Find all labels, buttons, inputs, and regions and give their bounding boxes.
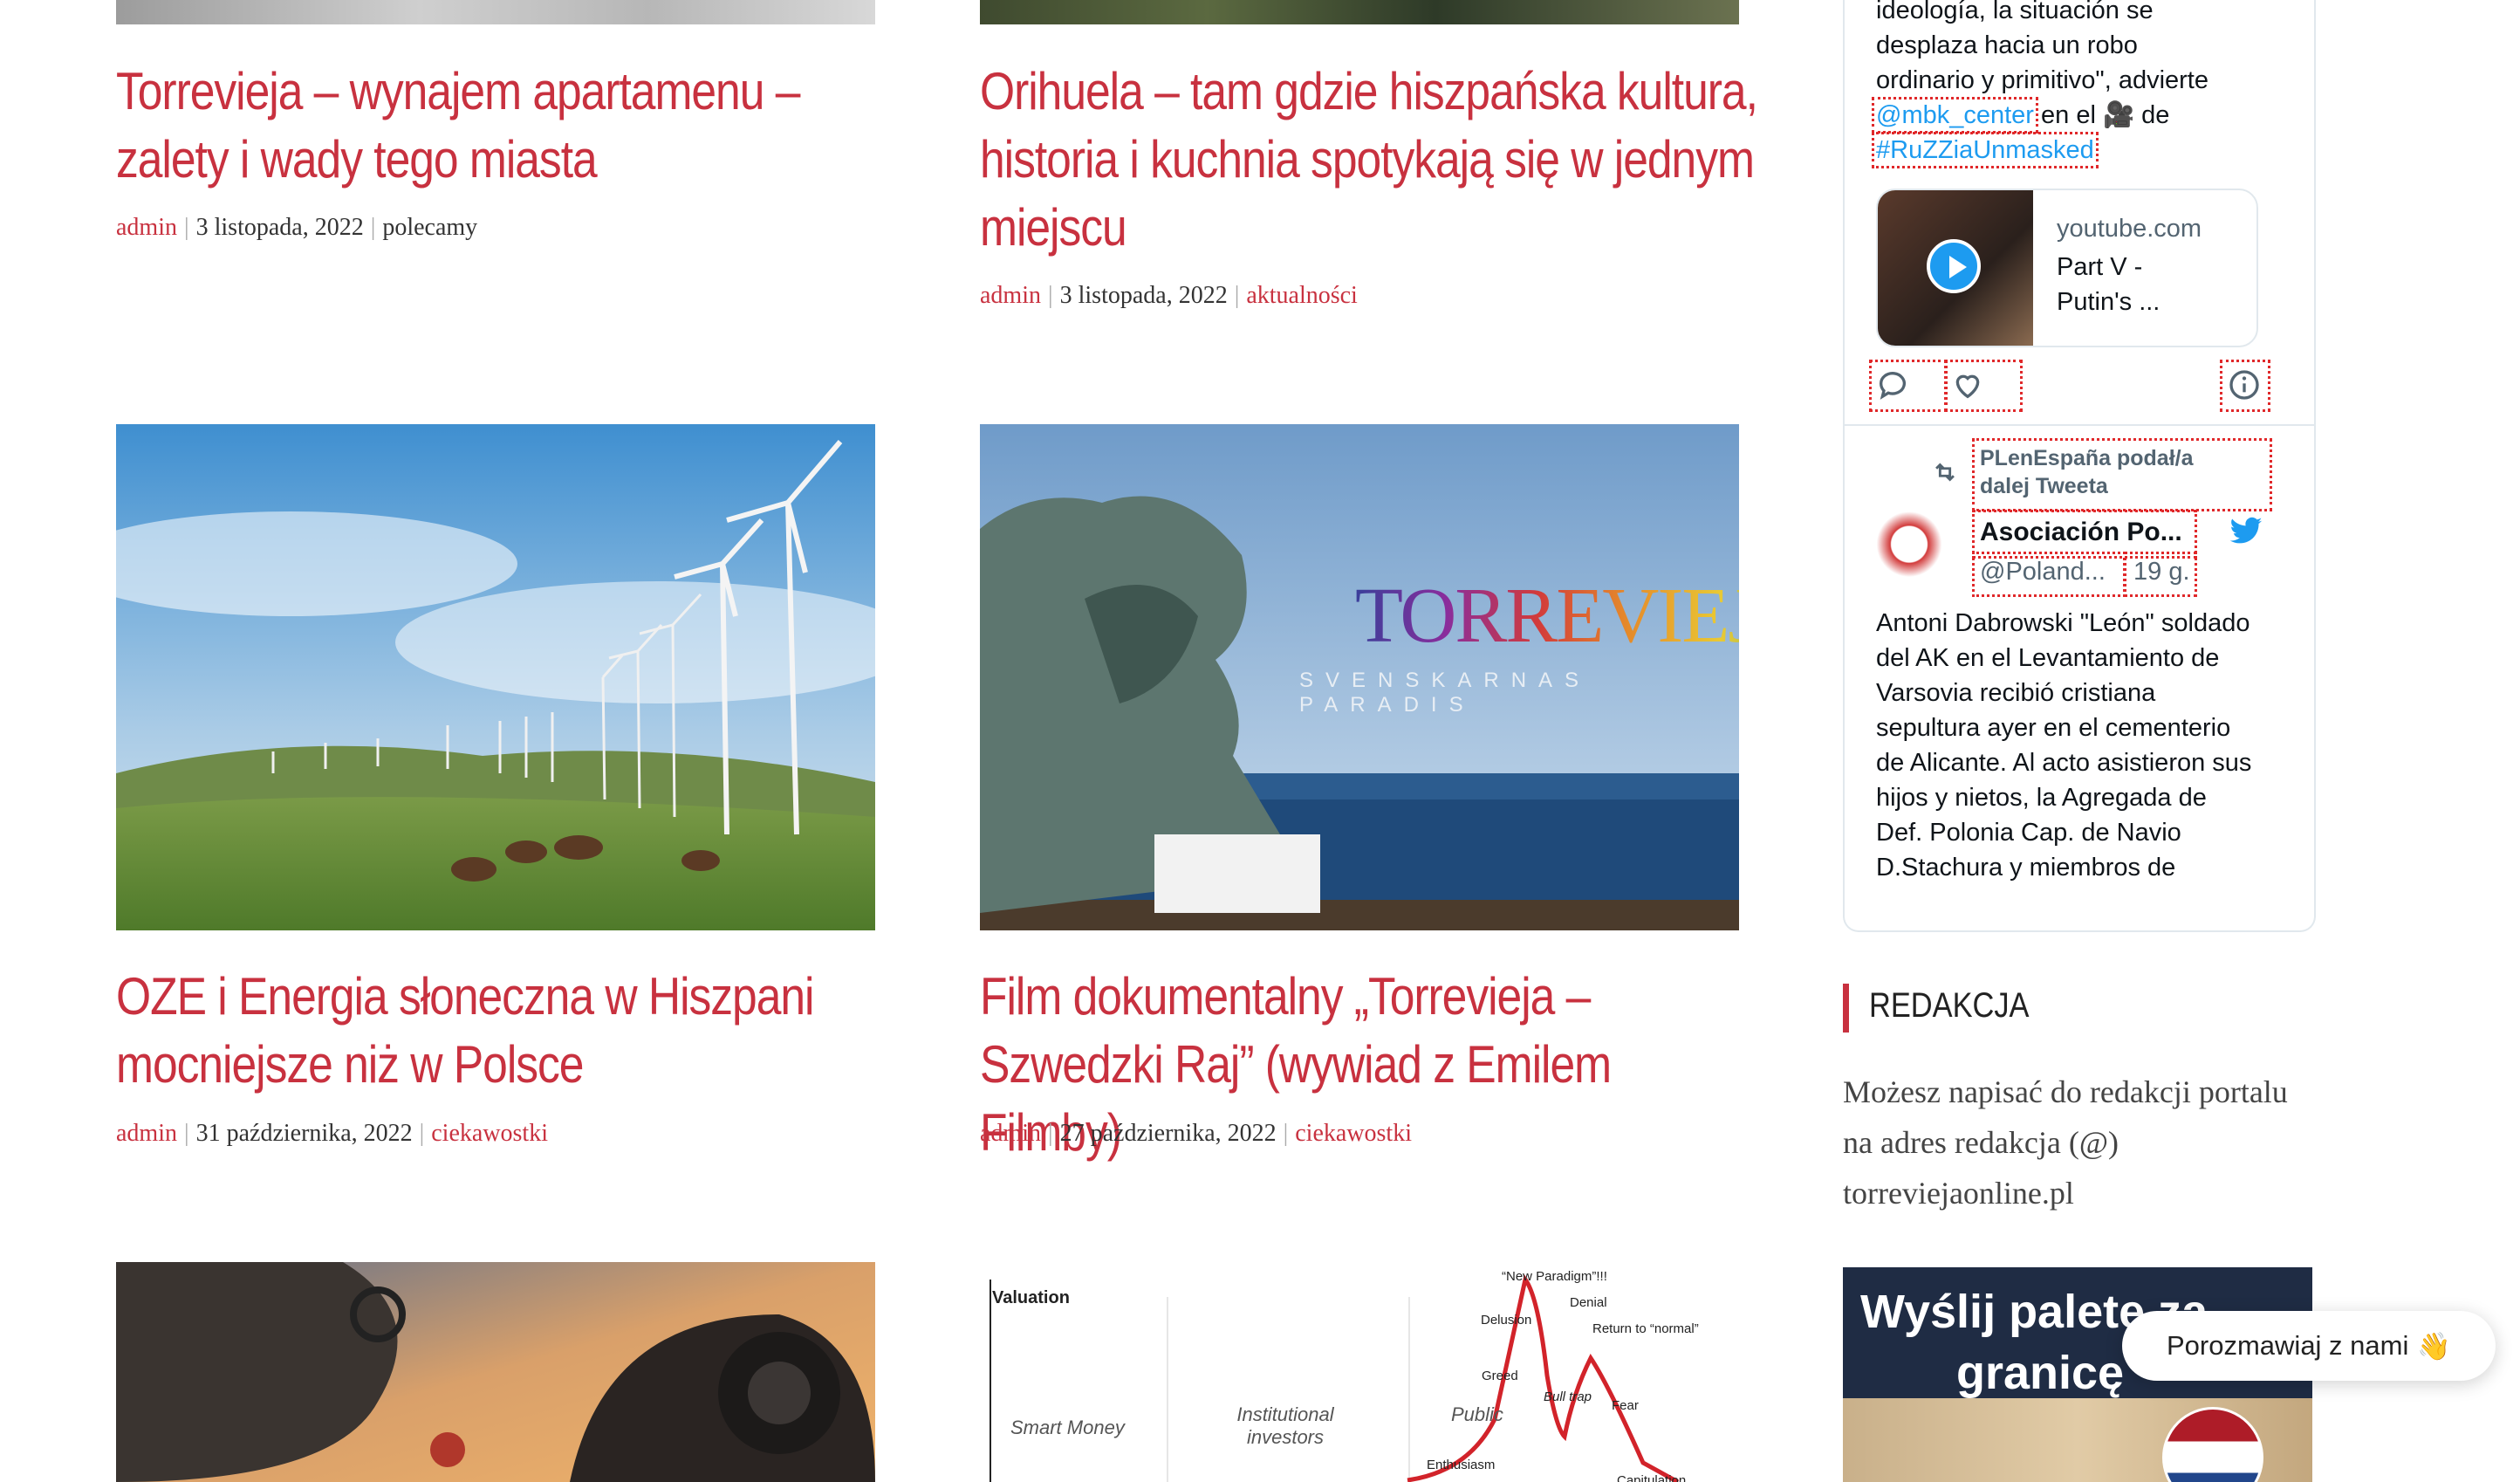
- post-image-strip-1[interactable]: [116, 0, 875, 24]
- meta-separator: |: [1048, 1120, 1053, 1147]
- author-handle-link[interactable]: @Poland...: [1972, 552, 2126, 597]
- retweet-attribution[interactable]: PLenEspaña podał/a dalej Tweeta: [1972, 438, 2272, 511]
- chart-label-delusion: Delusion: [1481, 1313, 1532, 1328]
- reply-button[interactable]: [1869, 360, 1948, 412]
- post-category[interactable]: polecamy: [382, 214, 477, 241]
- post-image-market-cycle[interactable]: Valuation Smart Money Institutional inve…: [980, 1262, 1739, 1482]
- torrevieja-logo: TORREVIEJA: [1355, 571, 1739, 661]
- retweet-icon: [1935, 463, 1955, 482]
- post-title-2[interactable]: Orihuela – tam gdzie hiszpańska kultura,…: [980, 58, 1760, 262]
- tweet-hashtag-link[interactable]: #RuZZiaUnmasked: [1872, 132, 2099, 168]
- chart-label-enthusiasm: Enthusiasm: [1427, 1458, 1496, 1472]
- post-image-strip-2[interactable]: [980, 0, 1739, 24]
- like-button[interactable]: [1944, 360, 2023, 412]
- tweet-time: 19 g.: [2133, 558, 2190, 586]
- info-icon: [2229, 370, 2259, 400]
- post-date: 31 października, 2022: [195, 1120, 413, 1147]
- post-author-link[interactable]: admin: [116, 1120, 177, 1147]
- chart-label-fear: Fear: [1612, 1398, 1639, 1413]
- tweet-text-line: @mbk_center en el 🎥 de: [1872, 97, 2170, 134]
- retweet-label-line: PLenEspaña podał/a: [1980, 446, 2194, 470]
- meta-separator: |: [1048, 282, 1053, 309]
- meta-separator: |: [419, 1120, 425, 1147]
- chat-label: Porozmawiaj z nami: [2167, 1330, 2409, 1361]
- chart-label-capitulation: Capitulation: [1617, 1473, 1687, 1482]
- chart-label-smart-money: Smart Money: [1010, 1417, 1125, 1438]
- tweet-text-line: ordinario y primitivo", advierte: [1876, 66, 2208, 94]
- chart-label-valuation: Valuation: [992, 1288, 1070, 1307]
- chart-label-public: Public: [1451, 1403, 1503, 1425]
- heart-icon: [1955, 374, 1980, 399]
- post-image-photographer[interactable]: [116, 1262, 875, 1482]
- tweet-text-line: desplaza hacia un robo: [1876, 31, 2138, 59]
- tweet-text-fragment: de: [2141, 101, 2170, 129]
- post-category-link[interactable]: ciekawostki: [1295, 1120, 1412, 1147]
- banner-text-line: granicę: [1956, 1347, 2125, 1399]
- wind-turbines-illustration: [116, 424, 875, 930]
- twitter-timeline-widget[interactable]: ideología, la situación se desplaza haci…: [1843, 0, 2316, 932]
- post-date: 3 listopada, 2022: [1059, 282, 1228, 309]
- play-triangle-icon: [1949, 256, 1967, 278]
- post-author-link[interactable]: admin: [980, 1120, 1041, 1147]
- waving-hand-icon: 👋: [2417, 1330, 2451, 1362]
- tweet-divider: [1845, 424, 2314, 426]
- meta-separator: |: [184, 214, 189, 241]
- chart-label-denial: Denial: [1570, 1295, 1607, 1310]
- play-icon[interactable]: [1927, 239, 1981, 293]
- meta-separator: |: [1283, 1120, 1289, 1147]
- chart-label-new-paradigm: “New Paradigm”!!!: [1502, 1269, 1607, 1284]
- post-meta-1: admin | 3 listopada, 2022 | polecamy: [116, 214, 477, 242]
- tweet-link-card[interactable]: youtube.com Part V - Putin's ...: [1876, 189, 2258, 347]
- redakcja-heading: REDAKCJA: [1869, 986, 2030, 1025]
- post-meta-3: admin | 31 października, 2022 | ciekawostki: [116, 1120, 548, 1148]
- card-title-line: Putin's ...: [2057, 288, 2160, 316]
- chart-label-return-normal: Return to “normal”: [1592, 1321, 1699, 1336]
- post-category-link[interactable]: ciekawostki: [431, 1120, 548, 1147]
- post-title-3[interactable]: OZE i Energia słoneczna w Hiszpani mocni…: [116, 963, 859, 1099]
- meta-separator: |: [184, 1120, 189, 1147]
- post-author-link[interactable]: admin: [980, 282, 1041, 309]
- post-image-torrevieja-statue[interactable]: TORREVIEJA SVENSKARNAS PARADIS: [980, 424, 1739, 930]
- meta-separator: |: [1234, 282, 1240, 309]
- post-date: 3 listopada, 2022: [195, 214, 364, 241]
- post-image-wind-turbines[interactable]: [116, 424, 875, 930]
- post-meta-4: admin | 27 października, 2022 | ciekawostki: [980, 1120, 1412, 1148]
- post-category-link[interactable]: aktualności: [1246, 282, 1358, 309]
- reply-icon: [1880, 372, 1906, 400]
- author-handle: @Poland...: [1980, 558, 2106, 586]
- redakcja-text: Możesz napisać do redakcji portalu na ad…: [1843, 1074, 2288, 1211]
- author-avatar[interactable]: [1876, 511, 1942, 593]
- chart-label-greed: Greed: [1482, 1369, 1518, 1383]
- tweet-time-link[interactable]: 19 g.: [2124, 552, 2197, 597]
- chart-label-institutional: Institutional investors: [1236, 1403, 1334, 1448]
- tweet-text-fragment: en el: [2041, 101, 2096, 129]
- chart-label-bull-trap: Bull trap: [1544, 1389, 1592, 1404]
- post-date: 27 października, 2022: [1059, 1120, 1277, 1147]
- retweet-label-line: dalej Tweeta: [1980, 474, 2108, 498]
- post-title-1[interactable]: Torrevieja – wynajem apartamenu – zalety…: [116, 58, 859, 194]
- twitter-bird-icon[interactable]: [2229, 517, 2263, 546]
- tweet-body: Antoni Dabrowski "León" soldado del AK e…: [1876, 609, 2252, 882]
- tweet-text-line: ideología, la situación se: [1876, 0, 2154, 24]
- retweet-label: PLenEspaña podał/a dalej Tweeta: [1980, 444, 2194, 500]
- market-cycle-illustration: [990, 1274, 1680, 1482]
- card-title-line: Part V -: [2057, 253, 2143, 281]
- meta-separator: |: [370, 214, 376, 241]
- info-button[interactable]: [2220, 360, 2270, 412]
- torrevieja-logo-subtitle: SVENSKARNAS PARADIS: [1299, 669, 1592, 717]
- chat-widget-button[interactable]: Porozmawiaj z nami 👋: [2122, 1311, 2496, 1381]
- author-name: Asociación Po...: [1980, 518, 2182, 546]
- camera-emoji-icon: 🎥: [2102, 101, 2135, 129]
- card-thumbnail: [1878, 190, 2033, 346]
- tweet-text-line: #RuZZiaUnmasked: [1872, 132, 2099, 168]
- post-author-link[interactable]: admin: [116, 214, 177, 241]
- photographer-illustration: [116, 1262, 875, 1482]
- tweet-mention-link[interactable]: @mbk_center: [1872, 97, 2038, 134]
- card-domain: youtube.com: [2057, 215, 2202, 243]
- post-meta-2: admin | 3 listopada, 2022 | aktualności: [980, 282, 1358, 310]
- section-accent-bar: [1843, 984, 1849, 1033]
